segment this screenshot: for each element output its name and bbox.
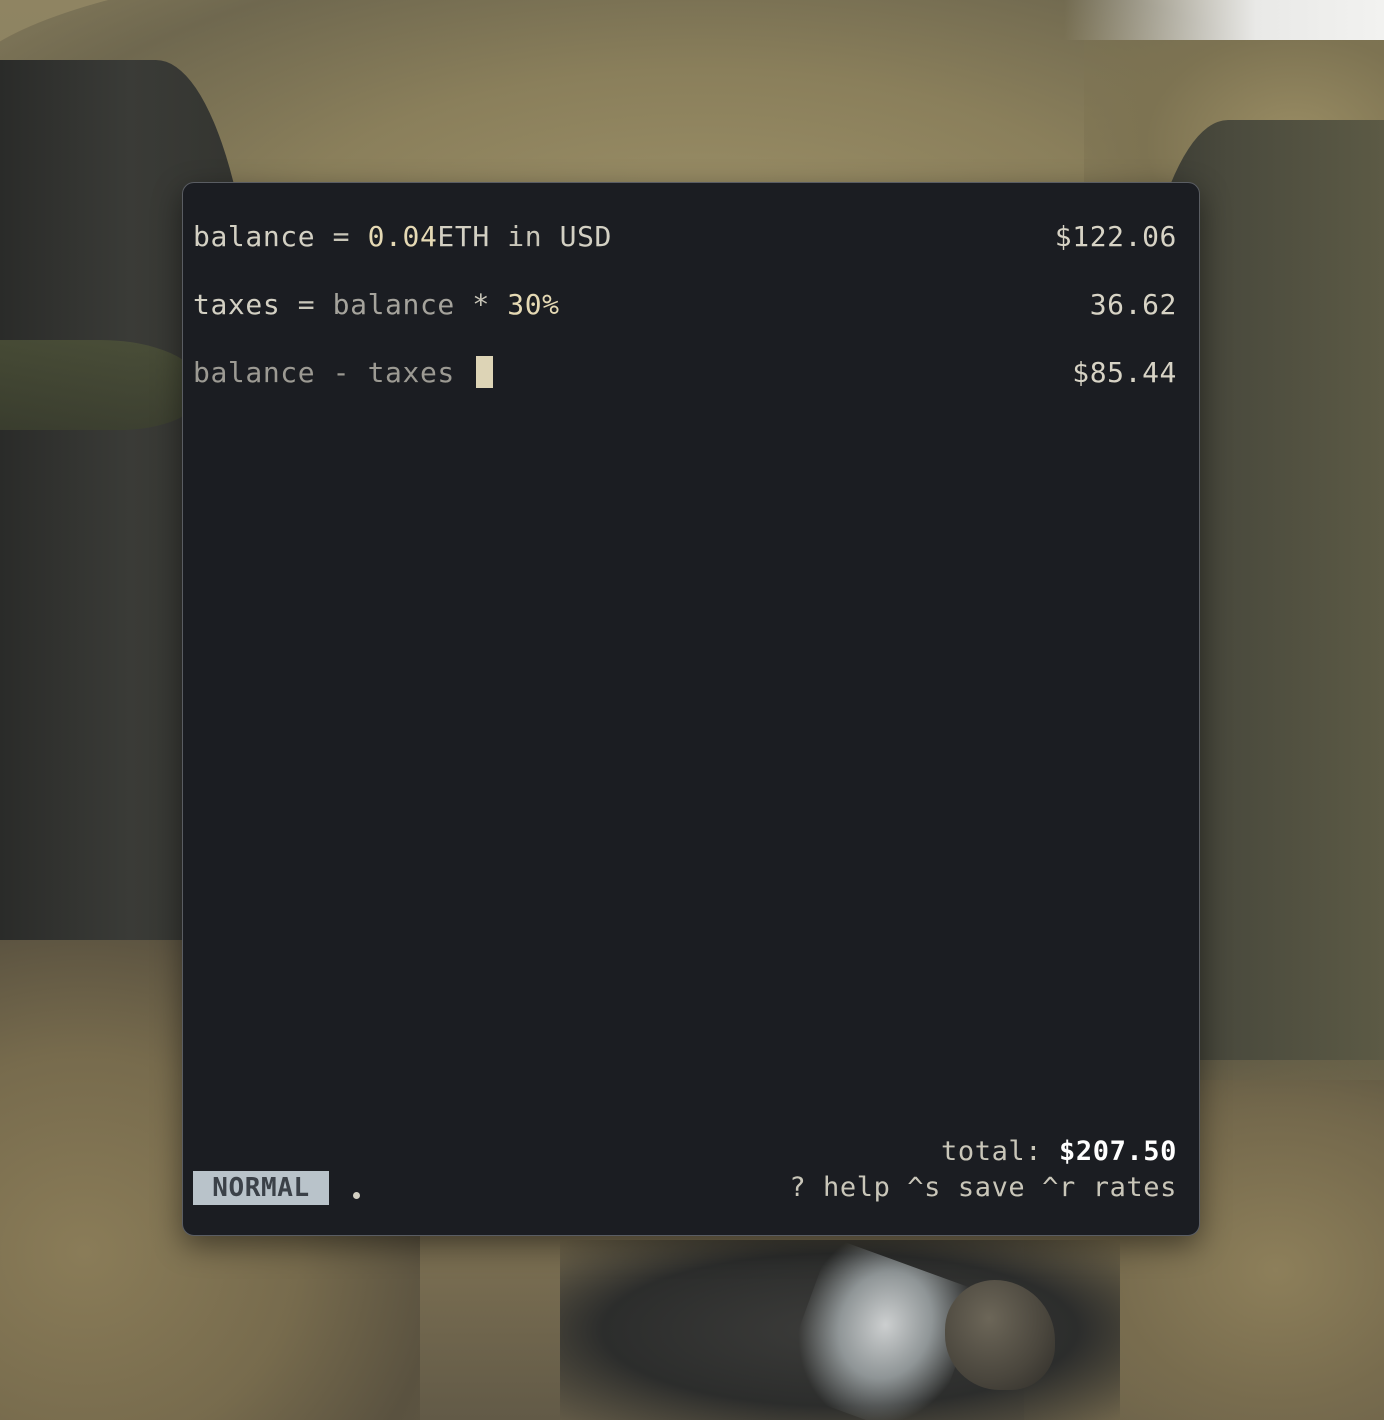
token-unit: ETH (437, 220, 490, 253)
line-result: $122.06 (1054, 220, 1177, 253)
text-cursor (476, 356, 494, 388)
token-operator: = (280, 288, 333, 321)
token-reference: balance (332, 288, 455, 321)
token-number: 30% (507, 288, 560, 321)
editor-area[interactable]: balance = 0.04ETH in USD $122.06 taxes =… (193, 203, 1177, 407)
keyboard-hints: ? help ^s save ^r rates (789, 1172, 1177, 1203)
token-unit: USD (559, 220, 613, 253)
editor-line[interactable]: taxes = balance * 30% 36.62 (193, 271, 1177, 339)
line-result: 36.62 (1089, 288, 1177, 321)
token-variable: balance (193, 220, 316, 253)
status-bar: NORMAL total: $207.50 ? help ^s save ^r … (193, 1135, 1177, 1205)
total-value: $207.50 (1059, 1136, 1177, 1167)
editor-line[interactable]: balance = 0.04ETH in USD $122.06 (193, 203, 1177, 271)
total-display: total: $207.50 (941, 1135, 1177, 1169)
line-expression[interactable]: balance - taxes (193, 339, 494, 407)
wallpaper-moss (0, 340, 200, 430)
total-label: total: (941, 1136, 1059, 1167)
wallpaper-sky (1064, 0, 1384, 40)
token-reference: balance (193, 356, 316, 389)
mode-indicator: NORMAL (193, 1171, 329, 1205)
line-expression[interactable]: balance = 0.04ETH in USD (193, 203, 612, 271)
unsaved-dot-icon (353, 1192, 360, 1199)
editor-line-active[interactable]: balance - taxes $85.44 (193, 339, 1177, 407)
token-variable: taxes (193, 288, 281, 321)
token-reference: taxes (367, 356, 455, 389)
line-result: $85.44 (1072, 356, 1177, 389)
token-number: 0.04 (367, 220, 438, 253)
token-operator: * (454, 288, 508, 321)
calculator-window[interactable]: balance = 0.04ETH in USD $122.06 taxes =… (182, 182, 1200, 1236)
token-keyword: in (489, 220, 560, 253)
token-operator: = (315, 220, 368, 253)
token-operator: - (315, 356, 368, 389)
line-expression[interactable]: taxes = balance * 30% (193, 271, 560, 339)
